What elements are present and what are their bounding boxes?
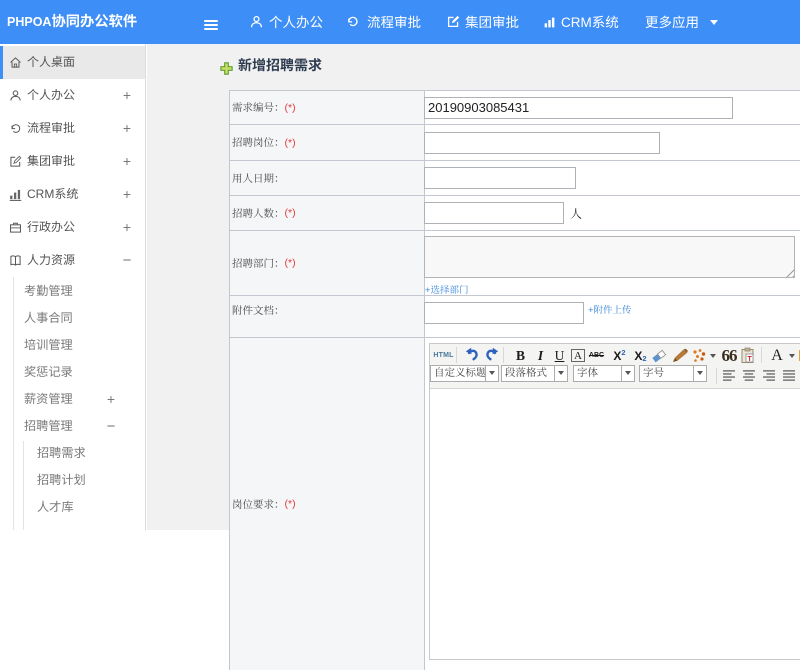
svg-text:T: T <box>748 356 753 363</box>
